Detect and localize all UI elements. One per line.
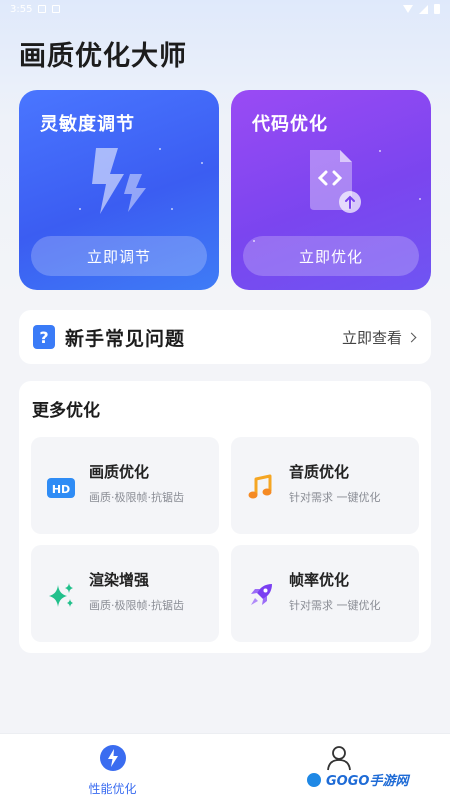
notification-icon: [52, 5, 61, 13]
sparkle-icon: [49, 583, 73, 607]
tile-subtitle: 针对需求 一键优化: [289, 599, 381, 612]
code-optimize-card-title: 代码优化: [252, 114, 328, 135]
sensitivity-card[interactable]: 灵敏度调节 立即调节: [19, 90, 219, 290]
tile-audio-quality[interactable]: 音质优化 针对需求 一键优化: [231, 437, 419, 534]
svg-text:HD: HD: [52, 483, 70, 496]
faq-view-link[interactable]: 立即查看: [342, 327, 402, 348]
tile-title: 画质优化: [89, 463, 150, 481]
code-file-icon: [310, 150, 361, 213]
bolt-circle-icon: [100, 745, 126, 771]
sensitivity-card-title: 灵敏度调节: [40, 114, 135, 135]
faq-title: 新手常见问题: [65, 327, 186, 350]
status-bar: 3:55: [0, 0, 450, 18]
rocket-icon: [251, 584, 272, 605]
tile-subtitle: 画质·极限帧·抗锯齿: [89, 491, 184, 504]
nav-performance[interactable]: 性能优化: [0, 734, 225, 800]
code-optimize-button[interactable]: 立即优化: [243, 236, 419, 276]
wifi-icon: [403, 5, 413, 13]
notification-icon: [38, 5, 47, 13]
signal-icon: [419, 4, 428, 14]
person-icon: [327, 746, 351, 771]
hd-icon: HD: [47, 478, 75, 498]
music-note-icon: [248, 474, 272, 499]
watermark: GOGO手游网: [305, 770, 408, 789]
battery-icon: [434, 4, 440, 14]
status-time: 3:55: [10, 3, 33, 15]
lightning-bolt-icon: [92, 148, 146, 214]
faq-row[interactable]: ? 新手常见问题 立即查看: [19, 310, 431, 364]
tile-subtitle: 画质·极限帧·抗锯齿: [89, 599, 184, 612]
tile-image-quality[interactable]: HD 画质优化 画质·极限帧·抗锯齿: [31, 437, 219, 534]
tile-subtitle: 针对需求 一键优化: [289, 491, 381, 504]
watermark-text: GOGO手游网: [326, 774, 409, 789]
page-title: 画质优化大师: [19, 41, 187, 72]
tile-title: 渲染增强: [89, 571, 150, 589]
bottom-nav: 性能优化: [0, 733, 450, 800]
nav-label: 性能优化: [88, 782, 137, 796]
code-optimize-card[interactable]: 代码优化 立即优化: [231, 90, 431, 290]
chevron-right-icon: [406, 332, 417, 342]
sensitivity-adjust-button[interactable]: 立即调节: [31, 236, 207, 276]
nav-profile[interactable]: [225, 734, 450, 800]
gogo-logo-icon: [305, 770, 323, 789]
tile-title: 帧率优化: [289, 571, 350, 589]
more-optimize-section: 更多优化 HD 画质优化 画质·极限帧·抗锯齿 音质优化 针对需求 一键优化 渲…: [19, 381, 431, 653]
tile-render-enhance[interactable]: 渲染增强 画质·极限帧·抗锯齿: [31, 545, 219, 642]
tile-frame-rate[interactable]: 帧率优化 针对需求 一键优化: [231, 545, 419, 642]
question-icon: ?: [33, 325, 55, 349]
section-title: 更多优化: [32, 401, 100, 421]
tile-title: 音质优化: [289, 463, 350, 481]
